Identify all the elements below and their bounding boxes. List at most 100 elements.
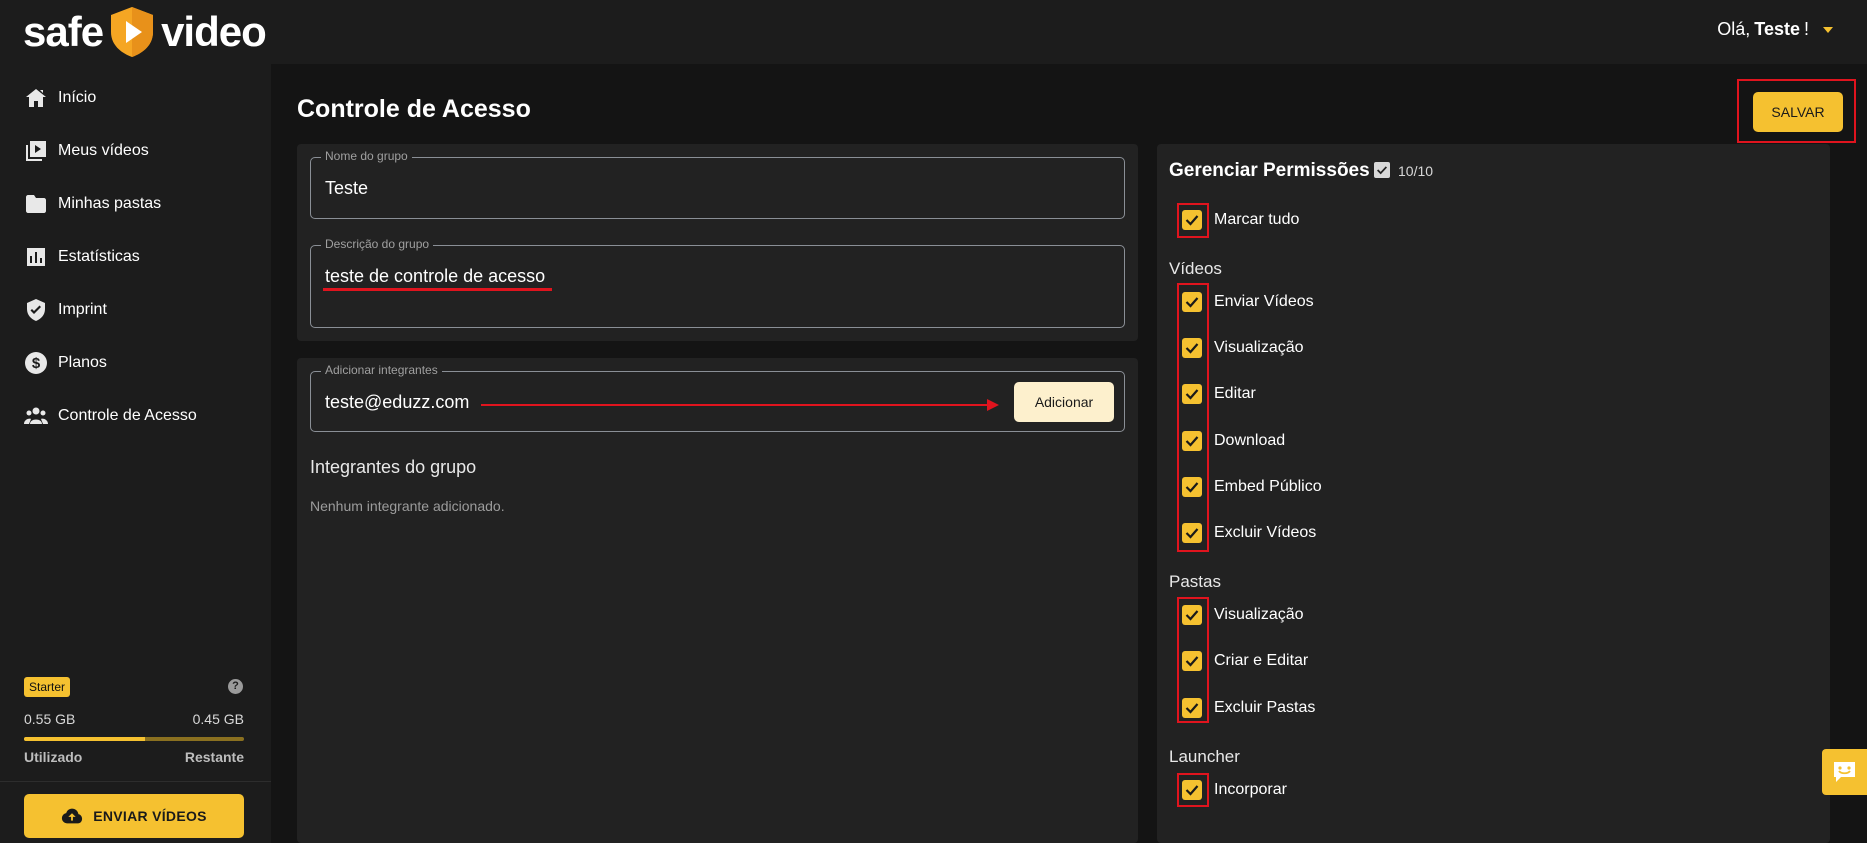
people-icon — [24, 404, 48, 428]
perm-label: Embed Público — [1214, 478, 1322, 496]
permissions-count-checkbox[interactable] — [1374, 162, 1390, 178]
storage-used: 0.55 GB — [24, 711, 75, 727]
logo[interactable]: safe video — [23, 2, 266, 62]
send-videos-button[interactable]: ENVIAR VÍDEOS — [24, 794, 244, 838]
user-name: Teste — [1754, 19, 1800, 40]
checkbox-checked-icon — [1182, 651, 1202, 671]
plan-badge: Starter — [24, 677, 70, 697]
group-description-value: teste de controle de acesso — [325, 266, 545, 287]
checkbox-checked-icon — [1182, 605, 1202, 625]
logo-text-left: safe — [23, 8, 103, 56]
shield-check-icon — [24, 298, 48, 322]
group-name-field[interactable]: Nome do grupo Teste — [310, 157, 1125, 219]
section-launcher-label: Launcher — [1169, 747, 1240, 767]
perm-label: Visualização — [1214, 606, 1304, 624]
perm-visualizacao-videos[interactable]: Visualização — [1182, 335, 1304, 361]
perm-editar[interactable]: Editar — [1182, 381, 1256, 407]
perm-incorporar[interactable]: Incorporar — [1182, 777, 1287, 803]
group-description-label: Descrição do grupo — [321, 237, 433, 251]
perm-label: Excluir Vídeos — [1214, 524, 1316, 542]
sidebar-item-controle-de-acesso[interactable]: Controle de Acesso — [24, 401, 197, 431]
home-icon — [24, 86, 48, 110]
highlight-arrow-head — [987, 399, 999, 411]
chat-bubble-icon — [1832, 760, 1857, 784]
perm-label: Editar — [1214, 385, 1256, 403]
checkbox-checked-icon — [1182, 780, 1202, 800]
sidebar-divider — [0, 781, 271, 782]
sidebar-item-label: Imprint — [58, 301, 107, 319]
add-members-field[interactable]: Adicionar integrantes teste@eduzz.com Ad… — [310, 371, 1125, 432]
sidebar: Início Meus vídeos Minhas pastas Estatís… — [0, 64, 271, 843]
sidebar-item-planos[interactable]: $ Planos — [24, 348, 107, 378]
sidebar-item-inicio[interactable]: Início — [24, 83, 96, 113]
sidebar-item-label: Estatísticas — [58, 248, 140, 266]
members-empty-state: Nenhum integrante adicionado. — [310, 498, 505, 514]
bar-chart-icon — [24, 245, 48, 269]
check-icon — [1375, 163, 1389, 177]
highlight-underline — [323, 288, 552, 291]
perm-label: Criar e Editar — [1214, 652, 1308, 670]
checkbox-checked-icon — [1182, 338, 1202, 358]
perm-excluir-pastas[interactable]: Excluir Pastas — [1182, 695, 1315, 721]
perm-visualizacao-pastas[interactable]: Visualização — [1182, 602, 1304, 628]
section-videos-label: Vídeos — [1169, 259, 1222, 279]
group-info-card: Nome do grupo Teste Descrição do grupo t… — [297, 144, 1138, 341]
chat-widget-button[interactable] — [1822, 749, 1867, 795]
play-shield-icon — [109, 6, 155, 58]
cloud-upload-icon — [61, 805, 83, 827]
page-title: Controle de Acesso — [297, 95, 531, 124]
checkbox-checked-icon — [1182, 431, 1202, 451]
sidebar-item-imprint[interactable]: Imprint — [24, 295, 107, 325]
permissions-title: Gerenciar Permissões — [1169, 160, 1370, 182]
user-menu[interactable]: Olá, Teste! — [1717, 19, 1833, 40]
svg-text:$: $ — [32, 355, 41, 372]
dollar-icon: $ — [24, 351, 48, 375]
highlight-arrow-line — [481, 404, 989, 406]
sidebar-item-label: Início — [58, 89, 96, 107]
greeting-prefix: Olá, — [1717, 19, 1750, 40]
sidebar-item-label: Planos — [58, 354, 107, 372]
checkbox-checked-icon — [1182, 523, 1202, 543]
top-bar: safe video Olá, Teste! — [0, 0, 1867, 64]
sidebar-item-label: Meus vídeos — [58, 142, 149, 160]
checkbox-checked-icon — [1182, 698, 1202, 718]
select-all-label: Marcar tudo — [1214, 211, 1299, 229]
permissions-count: 10/10 — [1398, 163, 1433, 179]
sidebar-item-label: Controle de Acesso — [58, 407, 197, 425]
perm-download[interactable]: Download — [1182, 428, 1285, 454]
add-members-label: Adicionar integrantes — [321, 363, 442, 377]
select-all-checkbox[interactable]: Marcar tudo — [1182, 207, 1299, 233]
group-name-label: Nome do grupo — [321, 149, 412, 163]
storage-remaining: 0.45 GB — [193, 711, 244, 727]
members-title: Integrantes do grupo — [310, 457, 476, 478]
perm-embed-publico[interactable]: Embed Público — [1182, 474, 1322, 500]
sidebar-item-meus-videos[interactable]: Meus vídeos — [24, 136, 149, 166]
perm-label: Download — [1214, 432, 1285, 450]
checkbox-checked-icon — [1182, 292, 1202, 312]
perm-excluir-videos[interactable]: Excluir Vídeos — [1182, 520, 1316, 546]
perm-label: Enviar Vídeos — [1214, 293, 1314, 311]
storage-remaining-label: Restante — [185, 749, 244, 765]
logo-text-right: video — [161, 8, 266, 56]
group-name-value: Teste — [325, 178, 368, 199]
video-library-icon — [24, 139, 48, 163]
members-card: Adicionar integrantes teste@eduzz.com Ad… — [297, 358, 1138, 843]
storage-used-label: Utilizado — [24, 749, 82, 765]
perm-label: Visualização — [1214, 339, 1304, 357]
add-members-value: teste@eduzz.com — [325, 392, 469, 413]
checkbox-checked-icon — [1182, 210, 1202, 230]
perm-enviar-videos[interactable]: Enviar Vídeos — [1182, 289, 1314, 315]
group-description-field[interactable]: Descrição do grupo teste de controle de … — [310, 245, 1125, 328]
help-icon[interactable]: ? — [228, 679, 243, 694]
caret-down-icon — [1823, 27, 1833, 33]
checkbox-checked-icon — [1182, 477, 1202, 497]
perm-criar-editar[interactable]: Criar e Editar — [1182, 648, 1308, 674]
add-member-button[interactable]: Adicionar — [1014, 382, 1114, 422]
sidebar-item-minhas-pastas[interactable]: Minhas pastas — [24, 189, 161, 219]
sidebar-item-label: Minhas pastas — [58, 195, 161, 213]
folder-icon — [24, 192, 48, 216]
storage-values: 0.55 GB 0.45 GB — [24, 711, 244, 727]
sidebar-item-estatisticas[interactable]: Estatísticas — [24, 242, 140, 272]
save-button[interactable]: SALVAR — [1753, 92, 1843, 132]
section-pastas-label: Pastas — [1169, 572, 1221, 592]
